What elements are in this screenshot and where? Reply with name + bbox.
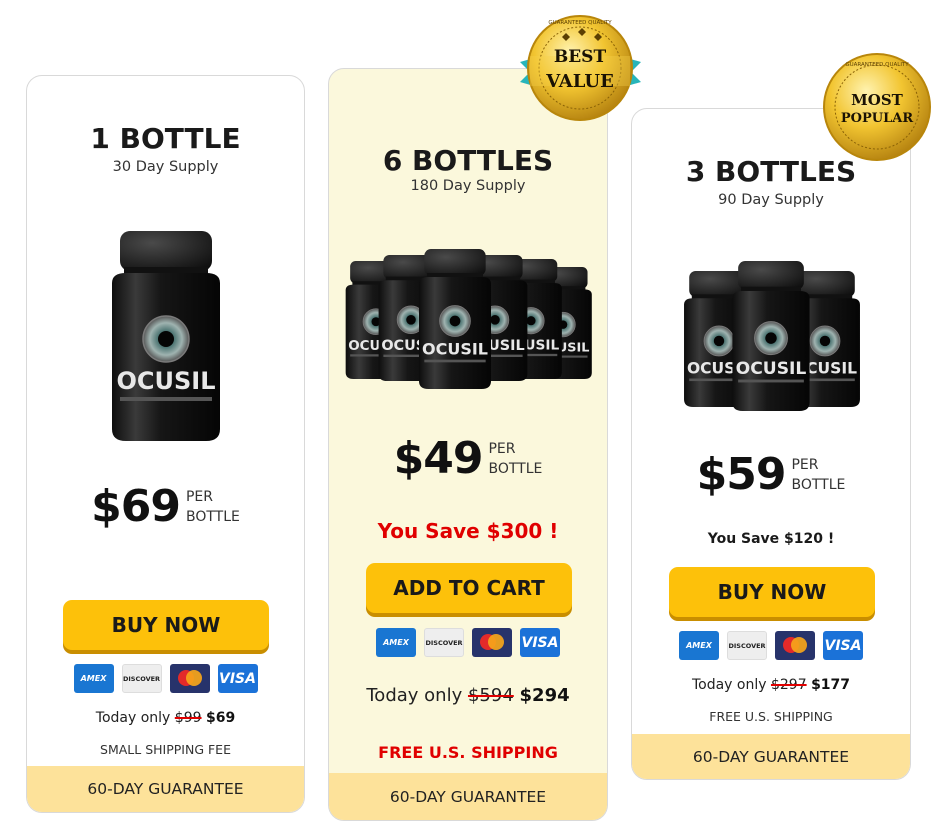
product-image [632,261,910,411]
guarantee-bar: 60-DAY GUARANTEE [27,766,304,812]
original-price: $594 [467,685,514,706]
price-per-bottle: $49 PER BOTTLE [329,433,607,484]
best-value-seal-icon: GUARANTEED QUALITY BEST VALUE [518,12,643,124]
price-per-bottle: $69 PER BOTTLE [27,481,304,532]
shipping-note: SMALL SHIPPING FEE [100,742,231,757]
product-image [329,249,607,389]
price-unit: PER BOTTLE [488,441,543,477]
buy-now-button[interactable]: BUY NOW [669,567,875,617]
pricing-card-6-bottles: 6 BOTTLES 180 Day Supply $49 PER BOTTLE Y… [328,68,608,821]
svg-text:VALUE: VALUE [545,71,614,92]
buy-now-button[interactable]: BUY NOW [63,600,269,650]
price-unit: PER BOTTLE [791,457,846,493]
price-per-bottle: $59 PER BOTTLE [632,449,910,500]
original-price: $99 [174,710,202,726]
discounted-price: $294 [519,685,570,706]
payment-methods: AMEX DISCOVER VISA [329,628,607,657]
price-amount: $59 [696,449,787,500]
guarantee-bar: 60-DAY GUARANTEE [632,734,910,779]
discover-icon: DISCOVER [121,664,162,693]
today-only-price: Today only $297 $177 [691,677,851,693]
amex-icon: AMEX [376,628,416,657]
package-subtitle: 180 Day Supply [410,178,526,194]
svg-text:GUARANTEED QUALITY: GUARANTEED QUALITY [845,62,909,68]
package-title: 1 BOTTLE [90,122,241,155]
price-amount: $49 [393,433,484,484]
savings-text: You Save $300 ! [377,519,559,543]
svg-text:POPULAR: POPULAR [841,111,913,126]
discover-icon: DISCOVER [424,628,464,657]
discounted-price: $177 [811,677,851,693]
amex-icon: AMEX [679,631,719,660]
package-subtitle: 30 Day Supply [112,159,219,175]
most-popular-seal-icon: GUARANTEED QUALITY MOST POPULAR [822,52,932,162]
discounted-price: $69 [205,710,236,726]
mastercard-icon [775,631,815,660]
svg-text:BEST: BEST [554,47,607,67]
shipping-note: FREE U.S. SHIPPING [378,743,558,762]
today-only-price: Today only $99 $69 [95,710,236,726]
mastercard-icon [472,628,512,657]
price-unit: PER BOTTLE [185,489,240,525]
amex-icon: AMEX [73,664,114,693]
payment-methods: AMEX DISCOVER VISA [27,664,304,693]
package-subtitle: 90 Day Supply [718,192,824,208]
original-price: $297 [770,677,807,693]
add-to-cart-button[interactable]: ADD TO CART [366,563,572,613]
mastercard-icon [169,664,210,693]
package-title: 6 BOTTLES [382,144,554,177]
guarantee-bar: 60-DAY GUARANTEE [329,773,607,820]
payment-methods: AMEX DISCOVER VISA [632,631,910,660]
visa-icon: VISA [217,664,258,693]
visa-icon: VISA [823,631,863,660]
pricing-card-1-bottle: 1 BOTTLE 30 Day Supply $69 PER BOTTLE BUY… [26,75,305,813]
svg-text:GUARANTEED QUALITY: GUARANTEED QUALITY [548,20,612,26]
discover-icon: DISCOVER [727,631,767,660]
svg-text:MOST: MOST [851,91,904,109]
pricing-card-3-bottles: 3 BOTTLES 90 Day Supply $59 PER BOTTLE Yo… [631,108,911,780]
price-amount: $69 [91,481,181,532]
savings-text: You Save $120 ! [707,531,835,547]
shipping-note: FREE U.S. SHIPPING [709,709,833,724]
visa-icon: VISA [520,628,560,657]
today-only-price: Today only $594 $294 [366,685,570,706]
product-image [27,231,304,441]
